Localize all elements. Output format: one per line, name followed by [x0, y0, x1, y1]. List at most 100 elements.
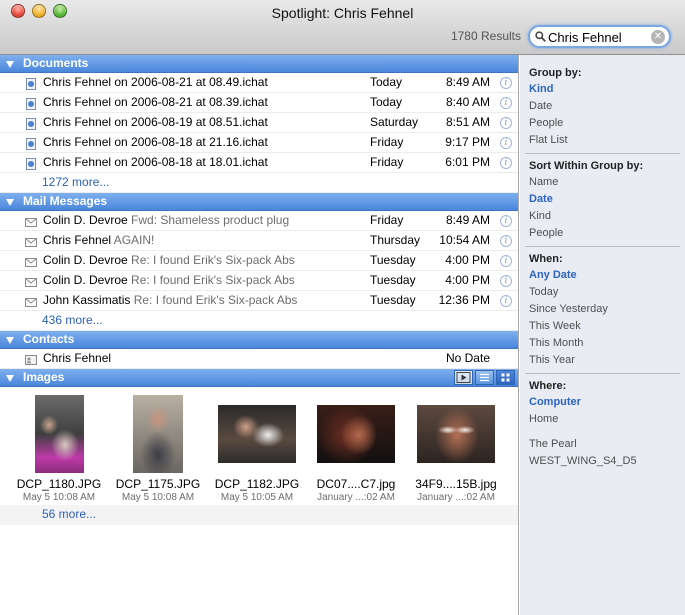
sidebar-option[interactable]: This Week — [529, 320, 581, 332]
info-icon[interactable]: i — [500, 275, 512, 287]
disclosure-triangle-icon[interactable] — [6, 337, 14, 344]
info-icon[interactable]: i — [500, 137, 512, 149]
mail-sender: Chris Fehnel — [43, 233, 112, 247]
result-row[interactable]: Chris Fehnel on 2006-08-18 at 18.01.icha… — [0, 153, 518, 173]
info-icon[interactable]: i — [500, 77, 512, 89]
info-icon[interactable]: i — [500, 157, 512, 169]
sidebar-option[interactable]: Date — [529, 193, 553, 205]
result-row[interactable]: Colin D. Devroe Re: I found Erik's Six-p… — [0, 271, 518, 291]
result-name: Colin D. Devroe Fwd: Shameless product p… — [43, 211, 363, 230]
results-count: 1780 Results — [450, 29, 521, 43]
image-preview[interactable] — [218, 405, 296, 463]
result-time: 6:01 PM — [445, 155, 490, 169]
result-row[interactable]: Chris Fehnel on 2006-08-21 at 08.39.icha… — [0, 93, 518, 113]
info-icon[interactable]: i — [500, 97, 512, 109]
image-preview[interactable] — [417, 405, 495, 463]
result-row[interactable]: Chris Fehnel on 2006-08-21 at 08.49.icha… — [0, 73, 518, 93]
sidebar-option[interactable]: Name — [529, 176, 558, 188]
sidebar-option[interactable]: Computer — [529, 396, 581, 408]
image-thumbnail[interactable]: 34F9....15B.jpg January ...:02 AM — [408, 395, 504, 503]
group-label: Contacts — [23, 332, 75, 346]
slideshow-button[interactable] — [454, 370, 473, 385]
result-row[interactable]: Chris Fehnel on 2006-08-18 at 21.16.icha… — [0, 133, 518, 153]
image-thumbnail[interactable]: DCP_1175.JPG May 5 10:08 AM — [110, 395, 206, 503]
mail-sender: John Kassimatis — [43, 293, 131, 307]
contact-rows: Chris Fehnel No Date — [0, 349, 518, 369]
sidebar-option[interactable]: People — [529, 117, 563, 129]
clear-search-icon[interactable]: ✕ — [651, 30, 665, 44]
image-preview[interactable] — [317, 405, 395, 463]
results-list[interactable]: Documents Chris Fehnel on 2006-08-21 at … — [0, 55, 519, 615]
sidebar-option[interactable]: WEST_WING_S4_D5 — [529, 455, 637, 467]
result-time: 9:17 PM — [445, 135, 490, 149]
info-icon[interactable]: i — [500, 117, 512, 129]
sidebar-option[interactable]: Today — [529, 286, 558, 298]
mail-message-icon — [25, 275, 37, 287]
image-date: January ...:02 AM — [417, 492, 495, 503]
sidebar-option[interactable]: People — [529, 227, 563, 239]
result-time: 8:49 AM — [445, 75, 490, 89]
result-name: John Kassimatis Re: I found Erik's Six-p… — [43, 291, 363, 310]
result-time: 4:00 PM — [445, 253, 490, 267]
image-preview[interactable] — [34, 395, 84, 473]
sidebar-option[interactable]: This Month — [529, 337, 583, 349]
search-input[interactable] — [548, 29, 652, 45]
sidebar-divider — [525, 373, 680, 374]
result-row[interactable]: Chris Fehnel on 2006-08-19 at 08.51.icha… — [0, 113, 518, 133]
image-thumbnail[interactable]: DC07....C7.jpg January ...:02 AM — [308, 395, 404, 503]
info-icon[interactable]: i — [500, 255, 512, 267]
sidebar-divider — [525, 153, 680, 154]
mail-sender: Colin D. Devroe — [43, 253, 128, 267]
result-row[interactable]: Colin D. Devroe Fwd: Shameless product p… — [0, 211, 518, 231]
search-field[interactable]: ✕ — [528, 25, 671, 48]
result-row[interactable]: John Kassimatis Re: I found Erik's Six-p… — [0, 291, 518, 311]
sidebar-option[interactable]: Kind — [529, 83, 553, 95]
spotlight-window: Spotlight: Chris Fehnel 1780 Results ✕ D… — [0, 0, 685, 615]
sidebar-option[interactable]: Any Date — [529, 269, 577, 281]
image-preview[interactable] — [133, 395, 183, 473]
result-row[interactable]: Colin D. Devroe Re: I found Erik's Six-p… — [0, 251, 518, 271]
mail-message-icon — [25, 255, 37, 267]
ichat-document-icon — [25, 137, 37, 150]
group-label: Mail Messages — [23, 194, 108, 208]
result-name: Chris Fehnel on 2006-08-19 at 08.51.icha… — [43, 115, 268, 129]
result-time: 4:00 PM — [445, 273, 490, 287]
result-name: Chris Fehnel on 2006-08-21 at 08.49.icha… — [43, 75, 268, 89]
disclosure-triangle-icon[interactable] — [6, 199, 14, 206]
info-icon[interactable]: i — [500, 235, 512, 247]
grid-icon — [501, 373, 510, 382]
result-row[interactable]: Chris Fehnel No Date — [0, 349, 518, 369]
sidebar-option[interactable]: Date — [529, 100, 552, 112]
sidebar-option[interactable]: Since Yesterday — [529, 303, 608, 315]
image-thumbnail[interactable]: DCP_1180.JPG May 5 10:08 AM — [11, 395, 107, 503]
result-name: Colin D. Devroe Re: I found Erik's Six-p… — [43, 251, 363, 270]
sidebar-heading-when: When: — [529, 253, 563, 265]
grid-view-button[interactable] — [496, 370, 515, 385]
mail-message-icon — [25, 215, 37, 227]
result-time: 10:54 AM — [439, 233, 490, 247]
result-name: Chris Fehnel — [43, 351, 112, 365]
mail-sender: Colin D. Devroe — [43, 273, 128, 287]
info-icon[interactable]: i — [500, 295, 512, 307]
group-header-images[interactable]: Images — [0, 369, 518, 387]
sidebar-option[interactable]: Flat List — [529, 134, 568, 146]
result-time: 8:51 AM — [445, 115, 490, 129]
disclosure-triangle-icon[interactable] — [6, 61, 14, 68]
group-header-mail[interactable]: Mail Messages — [0, 193, 518, 211]
images-more-link[interactable]: 56 more... — [0, 505, 518, 525]
mail-more-link[interactable]: 436 more... — [0, 311, 518, 331]
disclosure-triangle-icon[interactable] — [6, 375, 14, 382]
sidebar-option[interactable]: Home — [529, 413, 558, 425]
result-time: 8:40 AM — [445, 95, 490, 109]
sidebar-option[interactable]: This Year — [529, 354, 575, 366]
list-view-button[interactable] — [475, 370, 494, 385]
info-icon[interactable]: i — [500, 215, 512, 227]
sidebar-option[interactable]: The Pearl — [529, 438, 577, 450]
sidebar-option[interactable]: Kind — [529, 210, 551, 222]
group-header-documents[interactable]: Documents — [0, 55, 518, 73]
image-thumbnail[interactable]: DCP_1182.JPG May 5 10:05 AM — [209, 395, 305, 503]
mail-subject: Re: I found Erik's Six-pack Abs — [133, 293, 298, 307]
documents-more-link[interactable]: 1272 more... — [0, 173, 518, 193]
group-header-contacts[interactable]: Contacts — [0, 331, 518, 349]
result-row[interactable]: Chris Fehnel AGAIN! Thursday 10:54 AM i — [0, 231, 518, 251]
